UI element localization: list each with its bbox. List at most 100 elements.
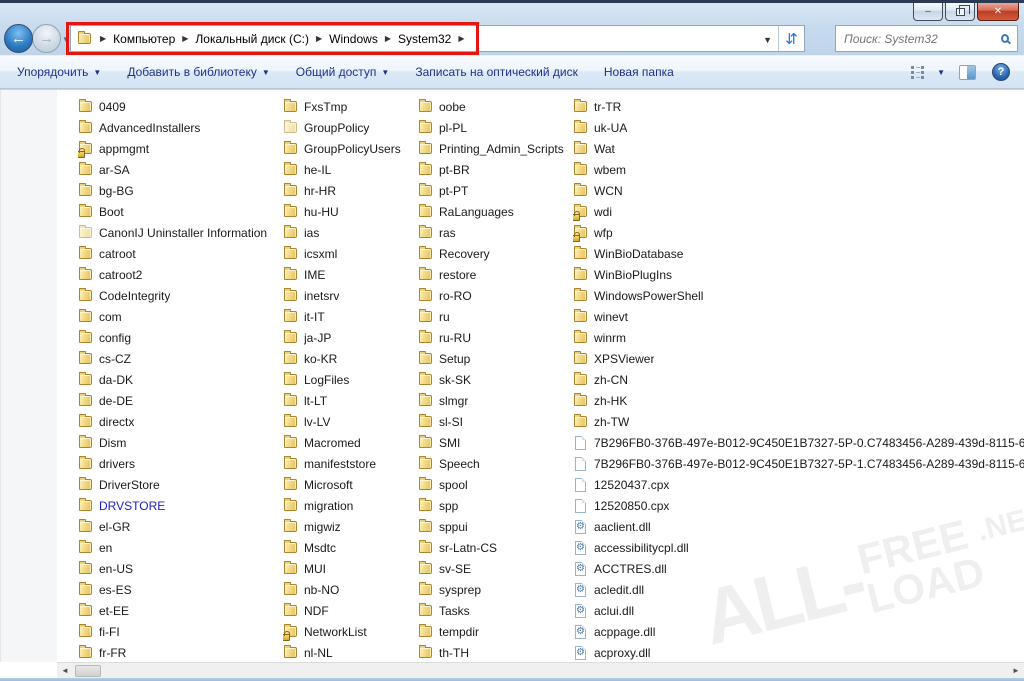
help-button[interactable]: ?: [992, 63, 1010, 81]
folder-item[interactable]: Setup: [418, 348, 573, 369]
breadcrumb-separator-icon[interactable]: ▶: [316, 34, 322, 43]
folder-item[interactable]: migration: [283, 495, 418, 516]
folder-item[interactable]: nb-NO: [283, 579, 418, 600]
folder-item[interactable]: catroot: [78, 243, 283, 264]
folder-item[interactable]: da-DK: [78, 369, 283, 390]
file-item[interactable]: 12520850.cpx: [573, 495, 1024, 516]
folder-item[interactable]: inetsrv: [283, 285, 418, 306]
address-bar[interactable]: ▶Компьютер▶Локальный диск (C:)▶Windows▶S…: [70, 25, 805, 52]
folder-item[interactable]: sppui: [418, 516, 573, 537]
folder-item[interactable]: Recovery: [418, 243, 573, 264]
folder-item[interactable]: pt-PT: [418, 180, 573, 201]
folder-item[interactable]: WindowsPowerShell: [573, 285, 1024, 306]
folder-item[interactable]: 0409: [78, 96, 283, 117]
folder-item[interactable]: com: [78, 306, 283, 327]
folder-item[interactable]: pt-BR: [418, 159, 573, 180]
folder-item[interactable]: cs-CZ: [78, 348, 283, 369]
folder-item[interactable]: WCN: [573, 180, 1024, 201]
folder-item[interactable]: Speech: [418, 453, 573, 474]
folder-item[interactable]: fr-FR: [78, 642, 283, 662]
folder-item[interactable]: directx: [78, 411, 283, 432]
folder-item[interactable]: lt-LT: [283, 390, 418, 411]
folder-item[interactable]: XPSViewer: [573, 348, 1024, 369]
folder-item[interactable]: sk-SK: [418, 369, 573, 390]
folder-item[interactable]: de-DE: [78, 390, 283, 411]
folder-item[interactable]: Macromed: [283, 432, 418, 453]
folder-item[interactable]: it-IT: [283, 306, 418, 327]
folder-item[interactable]: slmgr: [418, 390, 573, 411]
scroll-right-arrow[interactable]: ►: [1008, 663, 1024, 679]
folder-item[interactable]: restore: [418, 264, 573, 285]
folder-item[interactable]: Printing_Admin_Scripts: [418, 138, 573, 159]
folder-item[interactable]: ias: [283, 222, 418, 243]
folder-item[interactable]: Tasks: [418, 600, 573, 621]
folder-item[interactable]: DriverStore: [78, 474, 283, 495]
toolbar-button[interactable]: Записать на оптический диск: [406, 60, 587, 84]
file-item[interactable]: ⚙acledit.dll: [573, 579, 1024, 600]
refresh-icon[interactable]: ⇵: [778, 26, 804, 51]
folder-item[interactable]: zh-TW: [573, 411, 1024, 432]
folder-item[interactable]: ru: [418, 306, 573, 327]
search-box[interactable]: [835, 25, 1018, 52]
folder-item[interactable]: config: [78, 327, 283, 348]
folder-item[interactable]: migwiz: [283, 516, 418, 537]
folder-item[interactable]: zh-HK: [573, 390, 1024, 411]
folder-item[interactable]: wfp: [573, 222, 1024, 243]
close-button[interactable]: ✕: [977, 3, 1019, 21]
breadcrumb-item-0[interactable]: Компьютер: [113, 32, 175, 46]
folder-item[interactable]: WinBioDatabase: [573, 243, 1024, 264]
folder-item[interactable]: GroupPolicy: [283, 117, 418, 138]
file-item[interactable]: ⚙ACCTRES.dll: [573, 558, 1024, 579]
folder-item[interactable]: en: [78, 537, 283, 558]
folder-item[interactable]: sysprep: [418, 579, 573, 600]
folder-item[interactable]: el-GR: [78, 516, 283, 537]
folder-item[interactable]: LogFiles: [283, 369, 418, 390]
folder-item[interactable]: wdi: [573, 201, 1024, 222]
folder-item[interactable]: WinBioPlugIns: [573, 264, 1024, 285]
folder-item[interactable]: en-US: [78, 558, 283, 579]
file-item[interactable]: ⚙aaclient.dll: [573, 516, 1024, 537]
folder-item[interactable]: SMI: [418, 432, 573, 453]
change-view-button[interactable]: ▼: [911, 65, 945, 79]
breadcrumb-separator-icon[interactable]: ▶: [100, 34, 106, 43]
folder-item[interactable]: et-EE: [78, 600, 283, 621]
folder-item[interactable]: CodeIntegrity: [78, 285, 283, 306]
folder-item[interactable]: winevt: [573, 306, 1024, 327]
folder-item[interactable]: th-TH: [418, 642, 573, 662]
folder-item[interactable]: pl-PL: [418, 117, 573, 138]
search-input[interactable]: [844, 32, 1001, 46]
folder-item[interactable]: zh-CN: [573, 369, 1024, 390]
maximize-button[interactable]: [945, 3, 975, 21]
folder-item[interactable]: icsxml: [283, 243, 418, 264]
toolbar-button[interactable]: Добавить в библиотеку▼: [118, 60, 278, 84]
folder-item[interactable]: ru-RU: [418, 327, 573, 348]
recent-pages-dropdown-icon[interactable]: ▼: [62, 35, 70, 44]
forward-button[interactable]: →: [32, 24, 61, 53]
folder-item[interactable]: ras: [418, 222, 573, 243]
folder-item[interactable]: uk-UA: [573, 117, 1024, 138]
folder-item[interactable]: bg-BG: [78, 180, 283, 201]
file-list-area[interactable]: ALL- FREE LOAD .NET 0409AdvancedInstalle…: [57, 90, 1024, 662]
back-button[interactable]: ←: [4, 24, 33, 53]
folder-item[interactable]: ro-RO: [418, 285, 573, 306]
folder-item[interactable]: sr-Latn-CS: [418, 537, 573, 558]
folder-item[interactable]: CanonIJ Uninstaller Information: [78, 222, 283, 243]
toolbar-button[interactable]: Новая папка: [595, 60, 683, 84]
folder-item[interactable]: Wat: [573, 138, 1024, 159]
folder-item[interactable]: he-IL: [283, 159, 418, 180]
file-item[interactable]: 7B296FB0-376B-497e-B012-9C450E1B7327-5P-…: [573, 432, 1024, 453]
toolbar-button[interactable]: Упорядочить▼: [8, 60, 110, 84]
folder-item[interactable]: FxsTmp: [283, 96, 418, 117]
breadcrumb-item-1[interactable]: Локальный диск (C:): [195, 32, 309, 46]
folder-item[interactable]: spool: [418, 474, 573, 495]
folder-item[interactable]: hu-HU: [283, 201, 418, 222]
file-item[interactable]: 7B296FB0-376B-497e-B012-9C450E1B7327-5P-…: [573, 453, 1024, 474]
folder-item[interactable]: drivers: [78, 453, 283, 474]
folder-item[interactable]: tr-TR: [573, 96, 1024, 117]
folder-item[interactable]: DRVSTORE: [78, 495, 283, 516]
scroll-left-arrow[interactable]: ◄: [57, 663, 73, 679]
breadcrumb-separator-icon[interactable]: ▶: [458, 34, 464, 43]
folder-item[interactable]: oobe: [418, 96, 573, 117]
folder-item[interactable]: sv-SE: [418, 558, 573, 579]
folder-item[interactable]: manifeststore: [283, 453, 418, 474]
